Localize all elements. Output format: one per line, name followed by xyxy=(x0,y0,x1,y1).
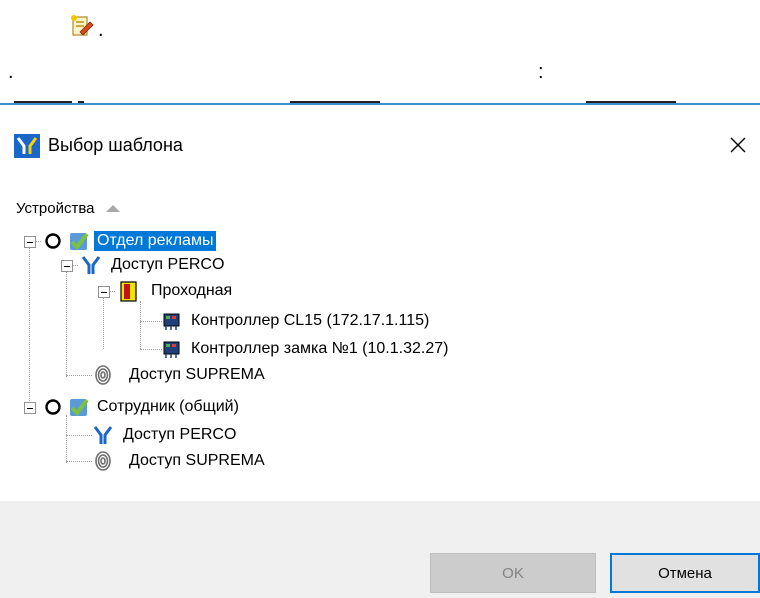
checked-shield-icon xyxy=(70,398,89,417)
node-label: Доступ PERCO xyxy=(123,426,237,443)
cancel-button[interactable]: Отмена xyxy=(610,553,760,593)
tree-node-controller-cl15[interactable]: Контроллер CL15 (172.17.1.115) xyxy=(162,309,432,333)
radio-circle-icon xyxy=(45,399,61,415)
node-label: Доступ SUPREMA xyxy=(129,452,265,469)
tree-node-checkpoint[interactable]: Проходная xyxy=(118,279,235,303)
node-label: Доступ SUPREMA xyxy=(129,366,265,383)
tree-node-access-perco-2[interactable]: Доступ PERCO xyxy=(92,423,239,447)
node-label: Контроллер замка №1 (10.1.32.27) xyxy=(191,340,449,357)
tree-node-lock-controller[interactable]: Контроллер замка №1 (10.1.32.27) xyxy=(162,337,451,361)
node-label: Сотрудник (общий) xyxy=(97,398,239,415)
template-tree: Отдел рекламы Доступ PERCO Проходная Кон… xyxy=(0,105,760,485)
perco-access-icon xyxy=(93,426,113,444)
collapse-toggle[interactable] xyxy=(61,260,73,272)
checked-shield-icon xyxy=(70,232,89,251)
collapse-toggle[interactable] xyxy=(24,236,36,248)
tree-node-access-suprema[interactable]: Доступ SUPREMA xyxy=(92,363,268,387)
period-mark: . xyxy=(8,61,14,83)
radio-circle-icon xyxy=(45,233,61,249)
node-label: Отдел рекламы xyxy=(94,231,217,251)
node-label: Доступ PERCO xyxy=(111,256,225,273)
ok-button[interactable]: OK xyxy=(430,553,596,593)
fingerprint-icon xyxy=(95,451,111,471)
collapse-toggle[interactable] xyxy=(98,286,110,298)
edit-document-icon xyxy=(71,15,94,36)
controller-icon xyxy=(163,341,180,358)
tree-node-group-ad-department[interactable]: Отдел рекламы xyxy=(44,229,217,253)
perco-access-icon xyxy=(81,256,101,274)
collapse-toggle[interactable] xyxy=(24,402,36,414)
period-mark: . xyxy=(98,19,104,41)
colon-mark: : xyxy=(538,61,544,83)
node-label: Проходная xyxy=(151,282,233,299)
node-label: Контроллер CL15 (172.17.1.115) xyxy=(191,312,430,329)
tree-node-group-employee[interactable]: Сотрудник (общий) xyxy=(44,395,242,419)
tree-node-access-perco[interactable]: Доступ PERCO xyxy=(80,253,227,277)
door-icon xyxy=(120,281,137,302)
fingerprint-icon xyxy=(95,365,111,385)
tree-node-access-suprema-2[interactable]: Доступ SUPREMA xyxy=(92,449,268,473)
controller-icon xyxy=(163,313,180,330)
select-template-dialog: Выбор шаблона Устройства Отдел рекламы Д… xyxy=(0,105,760,598)
